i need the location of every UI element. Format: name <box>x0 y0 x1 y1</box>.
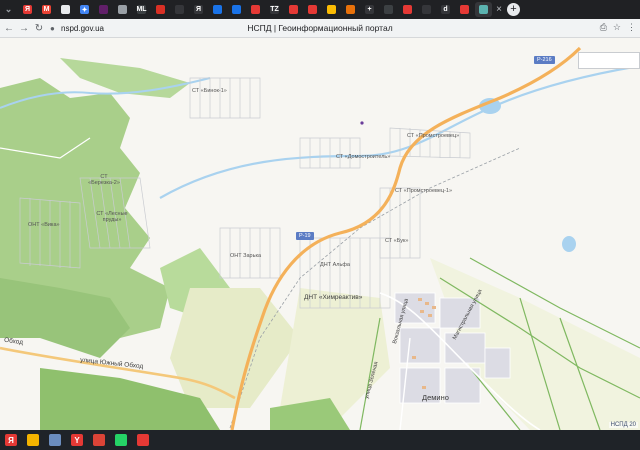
map-search-input[interactable] <box>578 52 640 69</box>
tab-red-3[interactable] <box>304 2 321 17</box>
tab-grid-icon <box>118 5 127 14</box>
tab-yandex-icon: Я <box>23 5 32 14</box>
tab-blank-1-icon <box>175 5 184 14</box>
tab-gmail-icon: M <box>42 5 51 14</box>
tab-plus[interactable]: + <box>361 2 378 17</box>
forward-icon[interactable]: → <box>18 22 30 34</box>
taskbar-explorer[interactable] <box>22 430 44 450</box>
tab-d[interactable]: d <box>437 2 454 17</box>
tab-red-5[interactable] <box>456 2 473 17</box>
tab-plus-icon: + <box>365 5 374 14</box>
taskbar-yandex-browser[interactable]: Y <box>66 430 88 450</box>
tab-yandex[interactable]: Я <box>19 2 36 17</box>
tab-blue-1[interactable] <box>228 2 245 17</box>
tab-chrome-icon <box>213 5 222 14</box>
road-shield-r216: Р-216 <box>534 56 555 64</box>
label-town-demino: Демино <box>422 393 449 402</box>
tab-tz-icon: TZ <box>270 5 279 14</box>
tab-ya[interactable]: Я <box>190 2 207 17</box>
taskbar-recorder-icon <box>137 434 149 446</box>
address-bar: ← → ↻ ● nspd.gov.ua НСПД | Геоинформацио… <box>0 19 640 38</box>
taskbar-whatsapp[interactable] <box>110 430 132 450</box>
tab-gmail[interactable]: M <box>38 2 55 17</box>
label-lesnye-prudy: СТ «Лесные пруды» <box>96 211 128 223</box>
tab-doc-1[interactable] <box>57 2 74 17</box>
tab-slack[interactable] <box>95 2 112 17</box>
tab-red-5-icon <box>460 5 469 14</box>
tab-active-map-icon <box>479 5 488 14</box>
taskbar-chrome[interactable] <box>88 430 110 450</box>
label-vika: ОНТ «Вика» <box>28 222 60 228</box>
tab-red-3-icon <box>308 5 317 14</box>
label-zarka: ОНТ Зарька <box>230 253 262 259</box>
tab-red-2-icon <box>289 5 298 14</box>
tab-record-icon <box>156 5 165 14</box>
road-shield-r19: Р-19 <box>296 232 314 240</box>
taskbar-monitor[interactable] <box>44 430 66 450</box>
tab-d-icon: d <box>441 5 450 14</box>
taskbar-yandex[interactable]: Я <box>0 430 22 450</box>
taskbar-whatsapp-icon <box>115 434 127 446</box>
taskbar-recorder[interactable] <box>132 430 154 450</box>
tab-red-4-icon <box>403 5 412 14</box>
bookmark-star-icon[interactable]: ☆ <box>613 22 621 33</box>
reload-icon[interactable]: ↻ <box>33 22 45 34</box>
menu-dots-icon[interactable]: ⋮ <box>627 22 636 33</box>
map-marker <box>360 121 364 125</box>
new-tab-button[interactable]: + <box>507 3 520 16</box>
taskbar-yandex-icon: Я <box>5 434 17 446</box>
map-view[interactable]: СТ «Бинок-1» СТ «Промстроевец» СТ «Домос… <box>0 38 640 430</box>
tab-slack-icon <box>99 5 108 14</box>
taskbar-chrome-icon <box>93 434 105 446</box>
tab-warning-icon <box>384 5 393 14</box>
taskbar-yandex-browser-icon: Y <box>71 434 83 446</box>
save-page-icon[interactable]: ⎙ <box>600 22 607 33</box>
lock-icon[interactable]: ● <box>50 24 58 33</box>
label-domostroitel: СТ «Домостроитель» <box>336 154 391 160</box>
label-berezka-2: СТ «Березка-2» <box>88 174 120 186</box>
tab-folder[interactable] <box>342 2 359 17</box>
tab-blank-1[interactable] <box>171 2 188 17</box>
label-alfa: ДНТ Альфа <box>320 262 350 268</box>
farmland <box>170 288 300 408</box>
label-buk: СТ «Бук» <box>385 238 409 244</box>
tab-sparkle-icon: ✦ <box>80 5 89 14</box>
tab-tz[interactable]: TZ <box>266 2 283 17</box>
taskbar-explorer-icon <box>27 434 39 446</box>
tab-red-1-icon <box>251 5 260 14</box>
label-khimreaktiv: ДНТ «Химреактив» <box>304 294 363 301</box>
tab-active-map[interactable] <box>475 2 492 17</box>
tab-record[interactable] <box>152 2 169 17</box>
browser-tabstrip: ⌄ Я M ✦ ML Я TZ + d × + <box>0 0 640 19</box>
tab-play-icon <box>327 5 336 14</box>
tab-red-1[interactable] <box>247 2 264 17</box>
tab-ml[interactable]: ML <box>133 2 150 17</box>
map-attribution: НСПД 20 <box>608 422 638 428</box>
tab-blue-1-icon <box>232 5 241 14</box>
tab-warning[interactable] <box>380 2 397 17</box>
tab-chrome[interactable] <box>209 2 226 17</box>
tab-ml-icon: ML <box>136 5 147 14</box>
tab-blank-2[interactable] <box>418 2 435 17</box>
back-icon[interactable]: ← <box>3 22 15 34</box>
tab-blank-2-icon <box>422 5 431 14</box>
label-promstroevets: СТ «Промстроевец» <box>407 133 460 139</box>
label-bynok-1: СТ «Бинок-1» <box>192 88 227 94</box>
close-tab-icon[interactable]: × <box>494 2 504 17</box>
url-field[interactable]: nspd.gov.ua <box>61 24 104 33</box>
label-promstroevets-1: СТ «Промстроевец-1» <box>395 188 453 194</box>
tab-sparkle[interactable]: ✦ <box>76 2 93 17</box>
tab-play[interactable] <box>323 2 340 17</box>
tab-ya-icon: Я <box>194 5 203 14</box>
tab-folder-icon <box>346 5 355 14</box>
tab-red-4[interactable] <box>399 2 416 17</box>
taskbar-monitor-icon <box>49 434 61 446</box>
pond-2 <box>562 236 576 252</box>
tab-grid[interactable] <box>114 2 131 17</box>
tab-red-2[interactable] <box>285 2 302 17</box>
tabs-menu-icon[interactable]: ⌄ <box>0 2 17 17</box>
tab-doc-1-icon <box>61 5 70 14</box>
os-taskbar: ЯY <box>0 430 640 450</box>
map-canvas[interactable] <box>0 38 640 430</box>
